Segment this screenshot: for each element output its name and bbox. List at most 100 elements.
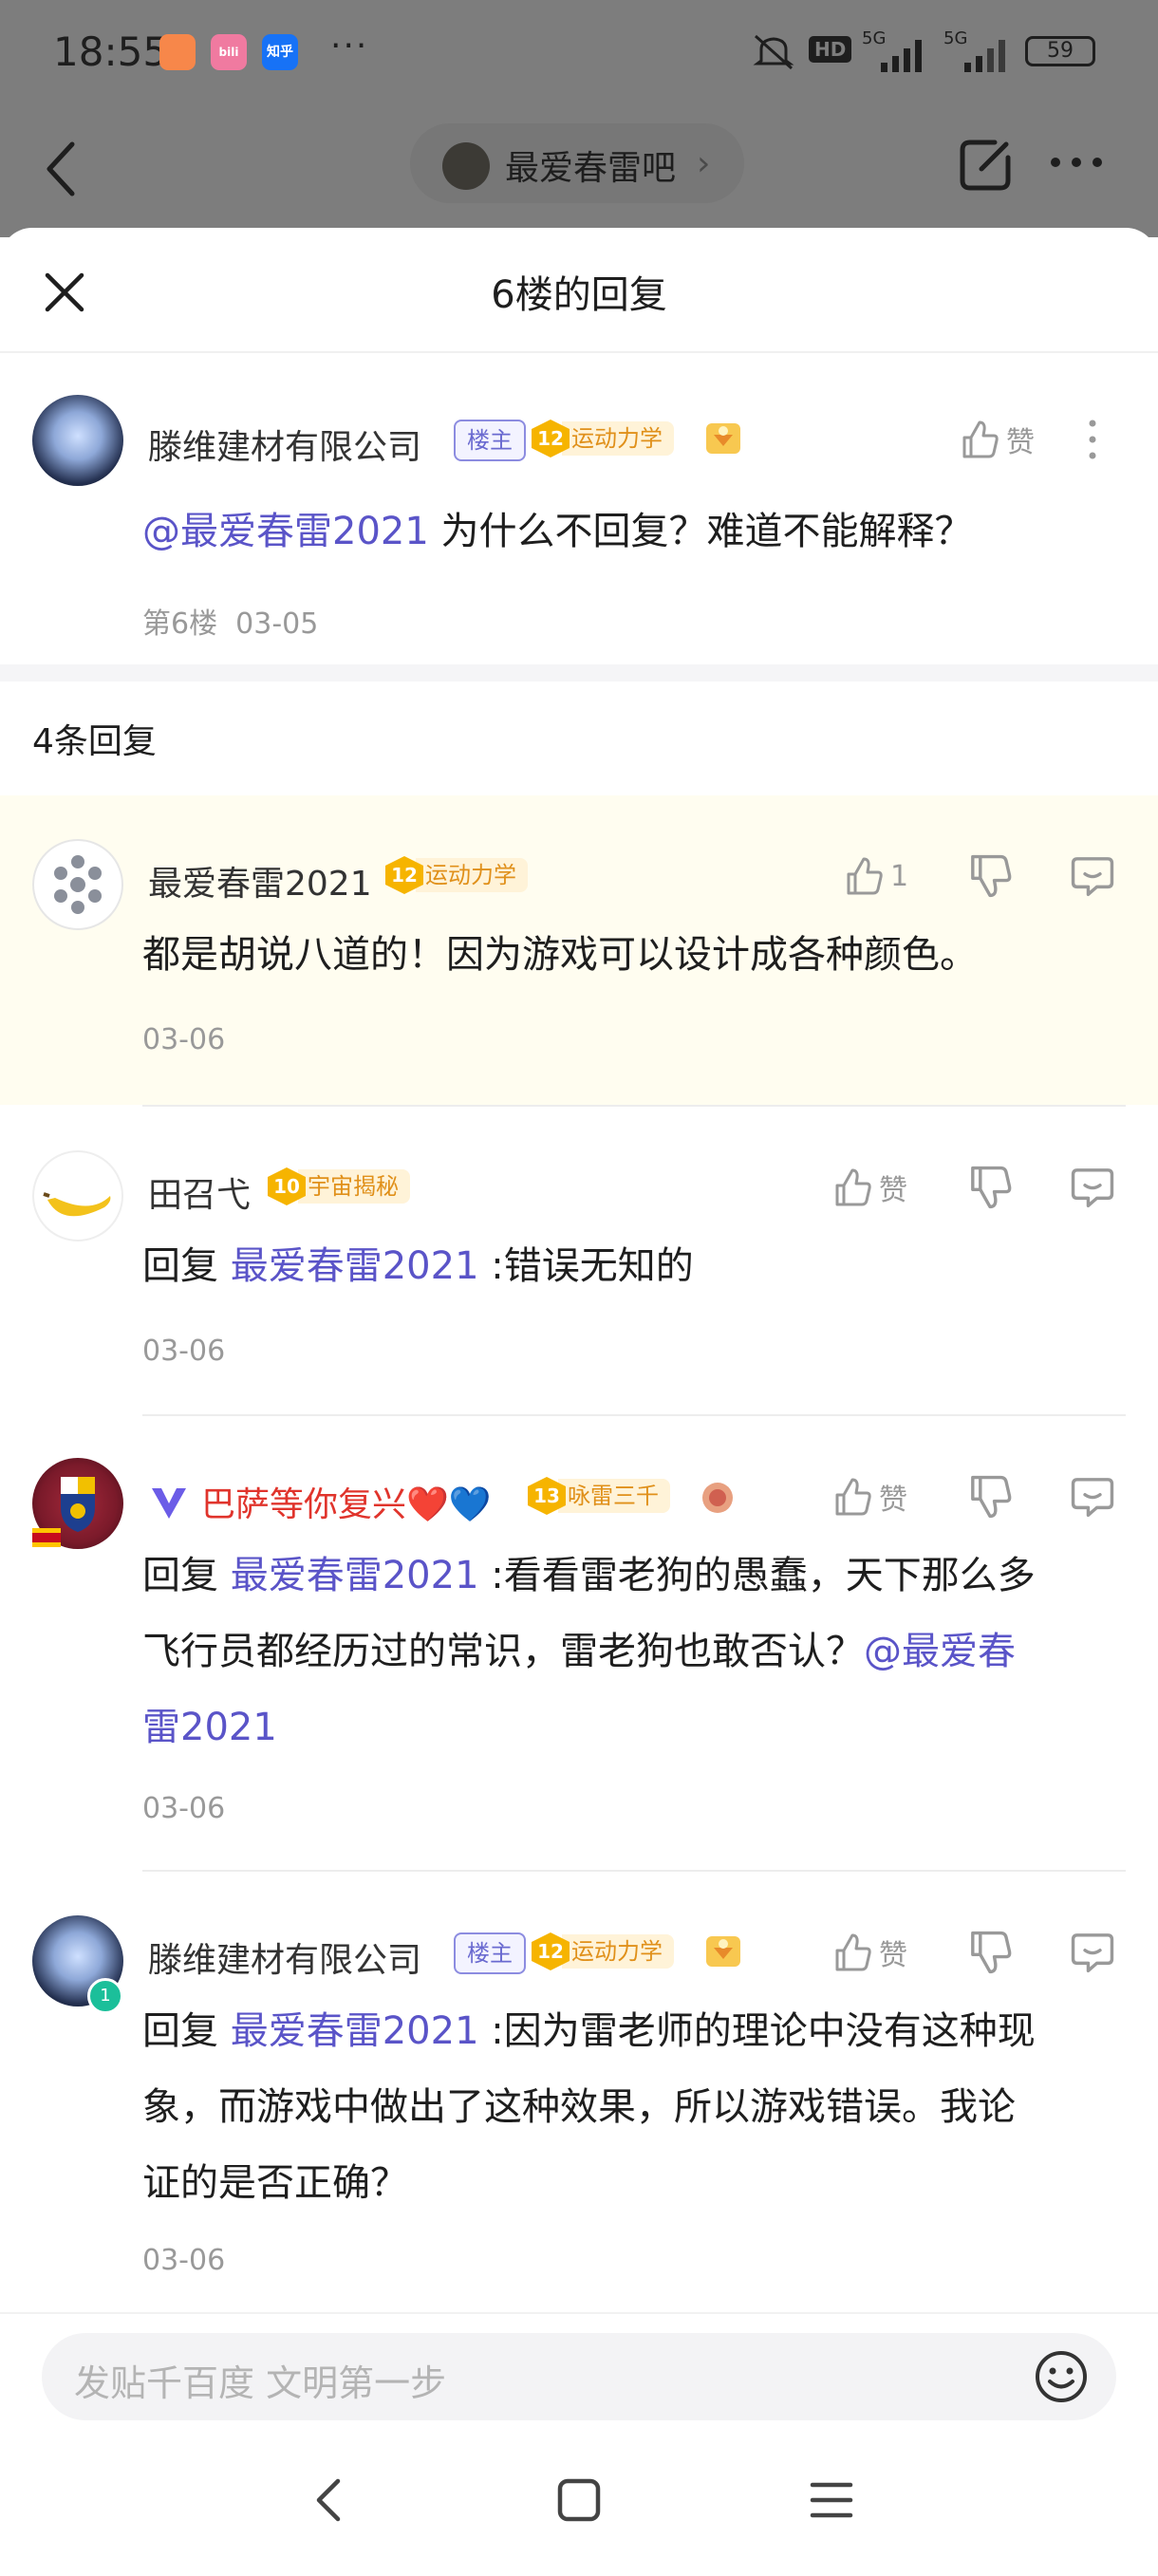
username[interactable]: 巴萨等你复兴❤️💙 bbox=[201, 1477, 492, 1526]
signal-icon bbox=[881, 40, 922, 72]
banana-icon bbox=[43, 1192, 111, 1217]
mention-link-cont[interactable]: 雷2021 bbox=[142, 1706, 277, 1749]
sheet-title: 6楼的回复 bbox=[491, 273, 667, 317]
signal-icon-2 bbox=[964, 40, 1005, 72]
reply-date: 03-06 bbox=[142, 1023, 226, 1056]
more-notifications-icon: ··· bbox=[330, 27, 369, 65]
reply-input-placeholder: 发贴千百度 文明第一步 bbox=[74, 2362, 447, 2404]
taobao-app-icon bbox=[159, 34, 196, 70]
username[interactable]: 滕维建材有限公司 bbox=[148, 420, 421, 469]
thumbs-up-icon bbox=[835, 1933, 871, 1971]
thumbs-down-icon[interactable] bbox=[966, 1929, 1014, 1976]
floor-number: 第6楼 bbox=[142, 607, 218, 641]
reply-line-2: 象，而游戏中做出了这种效果，所以游戏错误。我论 bbox=[142, 2085, 1016, 2129]
post-text: 为什么不回复？难道不能解释？ bbox=[428, 510, 973, 553]
reply-input[interactable]: 发贴千百度 文明第一步 bbox=[42, 2333, 1116, 2420]
reply-to-link[interactable]: 最爱春雷2021 bbox=[231, 1554, 479, 1597]
reply-content: 回复 最爱春雷2021 :错误无知的 bbox=[142, 1228, 694, 1304]
status-time: 18:55 bbox=[53, 28, 169, 75]
reply-text: :错误无知的 bbox=[478, 1244, 694, 1288]
reply-prefix: 回复 bbox=[142, 1554, 231, 1597]
level-badge: 12 运动力学 bbox=[385, 856, 528, 894]
thumbs-down-icon[interactable] bbox=[966, 852, 1014, 900]
comment-icon[interactable] bbox=[1069, 852, 1116, 900]
forum-pill[interactable]: 最爱春雷吧 › bbox=[410, 123, 744, 203]
medal-icon bbox=[706, 1936, 740, 1967]
level-badge: 13 咏雷三千 bbox=[528, 1477, 670, 1515]
thumbs-down-icon[interactable] bbox=[966, 1473, 1014, 1521]
post-date: 03-05 bbox=[235, 607, 319, 641]
reply-date: 03-06 bbox=[142, 2244, 226, 2277]
forum-avatar bbox=[442, 142, 490, 190]
comment-icon[interactable] bbox=[1069, 1929, 1116, 1976]
reply-item: 田召弋 10 宇宙揭秘 赞 回复 最爱春雷2021 :错误无知的 03-06 bbox=[0, 1107, 1158, 1414]
owner-badge: 楼主 bbox=[454, 1932, 526, 1974]
reply-line-1: 回复 最爱春雷2021 :看看雷老狗的愚蠢，天下那么多 bbox=[142, 1538, 1130, 1614]
medal-icon bbox=[702, 1483, 733, 1513]
reply-count: 4条回复 bbox=[32, 722, 157, 761]
like-button[interactable]: 赞 bbox=[831, 1929, 907, 1976]
floor-post: 滕维建材有限公司 楼主 12 运动力学 赞 @最爱春雷2021 为什么不回复？难… bbox=[0, 351, 1158, 664]
system-menu-icon[interactable] bbox=[809, 2473, 854, 2527]
back-arrow-icon[interactable] bbox=[38, 131, 84, 207]
mention-link[interactable]: @最爱春雷2021 bbox=[142, 510, 429, 553]
reply-text: 都是胡说八道的！因为游戏可以设计成各种颜色。 bbox=[142, 933, 978, 977]
mention-link[interactable]: @最爱春 bbox=[864, 1630, 1016, 1673]
reply-item: 1 滕维建材有限公司 楼主 12 运动力学 赞 回复 最爱春雷2021 :因为雷… bbox=[0, 1872, 1158, 2308]
emoji-icon[interactable] bbox=[1033, 2348, 1090, 2405]
composer-bar: 发贴千百度 文明第一步 bbox=[0, 2312, 1158, 2576]
like-button[interactable]: 1 bbox=[843, 852, 908, 900]
level-title: 宇宙揭秘 bbox=[298, 1169, 410, 1204]
status-bar: 18:55 bili 知乎 ··· HD 5G 5G 59 bbox=[0, 0, 1158, 106]
post-content: @最爱春雷2021 为什么不回复？难道不能解释？ bbox=[142, 494, 973, 569]
comment-icon[interactable] bbox=[1069, 1473, 1116, 1521]
like-label: 赞 bbox=[879, 1939, 907, 1972]
like-label: 赞 bbox=[879, 1174, 907, 1207]
avatar[interactable] bbox=[32, 395, 123, 486]
thumbs-down-icon[interactable] bbox=[966, 1164, 1014, 1211]
level-title: 运动力学 bbox=[562, 1934, 674, 1969]
owner-badge: 楼主 bbox=[454, 420, 526, 461]
reply-content: 回复 最爱春雷2021 :看看雷老狗的愚蠢，天下那么多 飞行员都经历过的常识，雷… bbox=[142, 1538, 1130, 1765]
like-button[interactable]: 赞 bbox=[831, 1164, 907, 1211]
like-count: 1 bbox=[890, 859, 909, 893]
reply-line-2: 飞行员都经历过的常识，雷老狗也敢否认？@最爱春 bbox=[142, 1614, 1130, 1689]
mute-icon bbox=[753, 34, 794, 70]
avatar[interactable] bbox=[32, 839, 123, 930]
like-button[interactable]: 赞 bbox=[831, 1473, 907, 1521]
hd-icon: HD bbox=[809, 36, 852, 63]
vip-level-dot: 1 bbox=[87, 1978, 123, 2014]
reply-line-1: 回复 最爱春雷2021 :因为雷老师的理论中没有这种现 bbox=[142, 1993, 1130, 2069]
molecule-icon bbox=[54, 855, 102, 914]
avatar[interactable] bbox=[32, 1150, 123, 1241]
reply-to-link[interactable]: 最爱春雷2021 bbox=[231, 2009, 479, 2053]
reply-sheet: 6楼的回复 滕维建材有限公司 楼主 12 运动力学 赞 @最爱春雷2021 为什… bbox=[0, 228, 1158, 2574]
system-home-icon[interactable] bbox=[554, 2473, 604, 2527]
reply-text-1: :因为雷老师的理论中没有这种现 bbox=[478, 2009, 1036, 2053]
chevron-right-icon: › bbox=[697, 144, 711, 183]
forum-name: 最爱春雷吧 bbox=[505, 149, 677, 188]
more-options-icon[interactable] bbox=[1048, 148, 1105, 177]
reply-date: 03-06 bbox=[142, 1335, 226, 1368]
reply-item: 巴萨等你复兴❤️💙 13 咏雷三千 赞 回复 最爱春雷2021 :看看雷老狗的愚… bbox=[0, 1416, 1158, 1868]
reply-line-3: 雷2021 bbox=[142, 1689, 1130, 1765]
reply-text-2: 飞行员都经历过的常识，雷老狗也敢否认？ bbox=[142, 1630, 864, 1673]
username[interactable]: 田召弋 bbox=[148, 1167, 251, 1217]
like-button[interactable]: 赞 bbox=[959, 416, 1035, 463]
battery-icon: 59 bbox=[1025, 36, 1095, 66]
flag-icon bbox=[32, 1528, 61, 1547]
edit-icon[interactable] bbox=[957, 135, 1016, 194]
username[interactable]: 滕维建材有限公司 bbox=[148, 1932, 421, 1982]
level-title: 运动力学 bbox=[562, 421, 674, 456]
more-vertical-icon[interactable] bbox=[1069, 416, 1116, 463]
zhihu-app-icon: 知乎 bbox=[262, 34, 298, 70]
comment-icon[interactable] bbox=[1069, 1164, 1116, 1211]
system-back-icon[interactable] bbox=[309, 2473, 347, 2527]
level-badge: 12 运动力学 bbox=[532, 1932, 674, 1970]
username[interactable]: 最爱春雷2021 bbox=[148, 856, 372, 905]
level-title: 咏雷三千 bbox=[558, 1479, 670, 1513]
reply-date: 03-06 bbox=[142, 1792, 226, 1825]
reply-to-link[interactable]: 最爱春雷2021 bbox=[231, 1244, 479, 1288]
reply-line-3: 证的是否正确？ bbox=[142, 2161, 408, 2205]
reply-prefix: 回复 bbox=[142, 2009, 231, 2053]
